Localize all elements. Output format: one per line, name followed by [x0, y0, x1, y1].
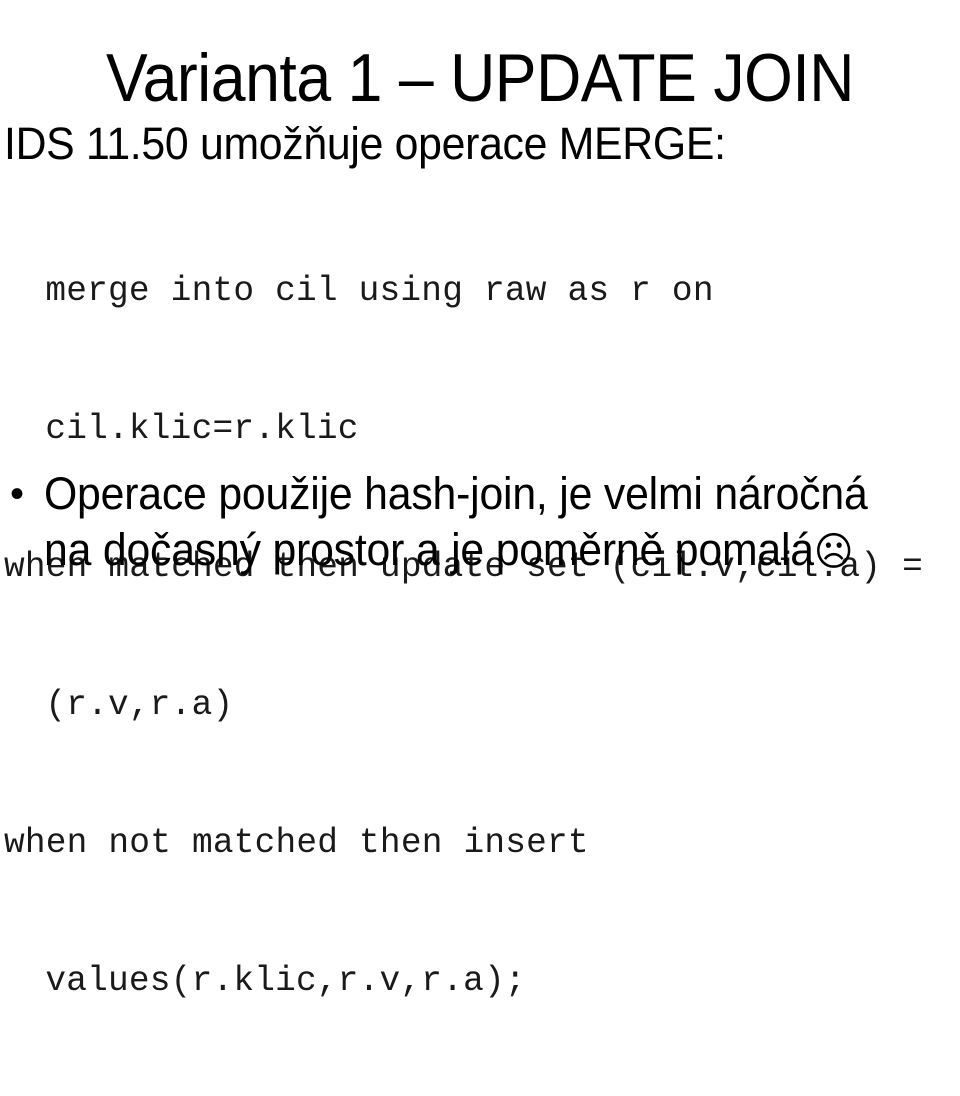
bullet-list-item: • Operace použije hash-join, je velmi ná…: [4, 466, 956, 580]
code-line: when not matched then insert: [4, 823, 589, 863]
slide-body: IDS 11.50 umožňuje operace MERGE: merge …: [4, 118, 956, 1096]
code-line: cil.klic=r.klic: [45, 409, 359, 449]
lead-heading: IDS 11.50 umožňuje operace MERGE:: [4, 118, 726, 169]
code-line: values(r.klic,r.v,r.a);: [45, 961, 526, 1001]
bullet-marker-icon: •: [10, 472, 25, 516]
slide-canvas: Varianta 1 – UPDATE JOIN IDS 11.50 umožň…: [0, 0, 960, 1001]
bullet-paragraph: Operace použije hash-join, je velmi náro…: [44, 466, 910, 580]
sad-face-icon: ☹: [813, 529, 854, 575]
bullet-text-content: Operace použije hash-join, je velmi náro…: [44, 468, 868, 575]
sql-code-block: merge into cil using raw as r on cil.kli…: [4, 176, 942, 1096]
slide-title: Varianta 1 – UPDATE JOIN: [105, 39, 855, 116]
code-line: (r.v,r.a): [45, 685, 234, 725]
code-line: merge into cil using raw as r on: [45, 271, 714, 311]
